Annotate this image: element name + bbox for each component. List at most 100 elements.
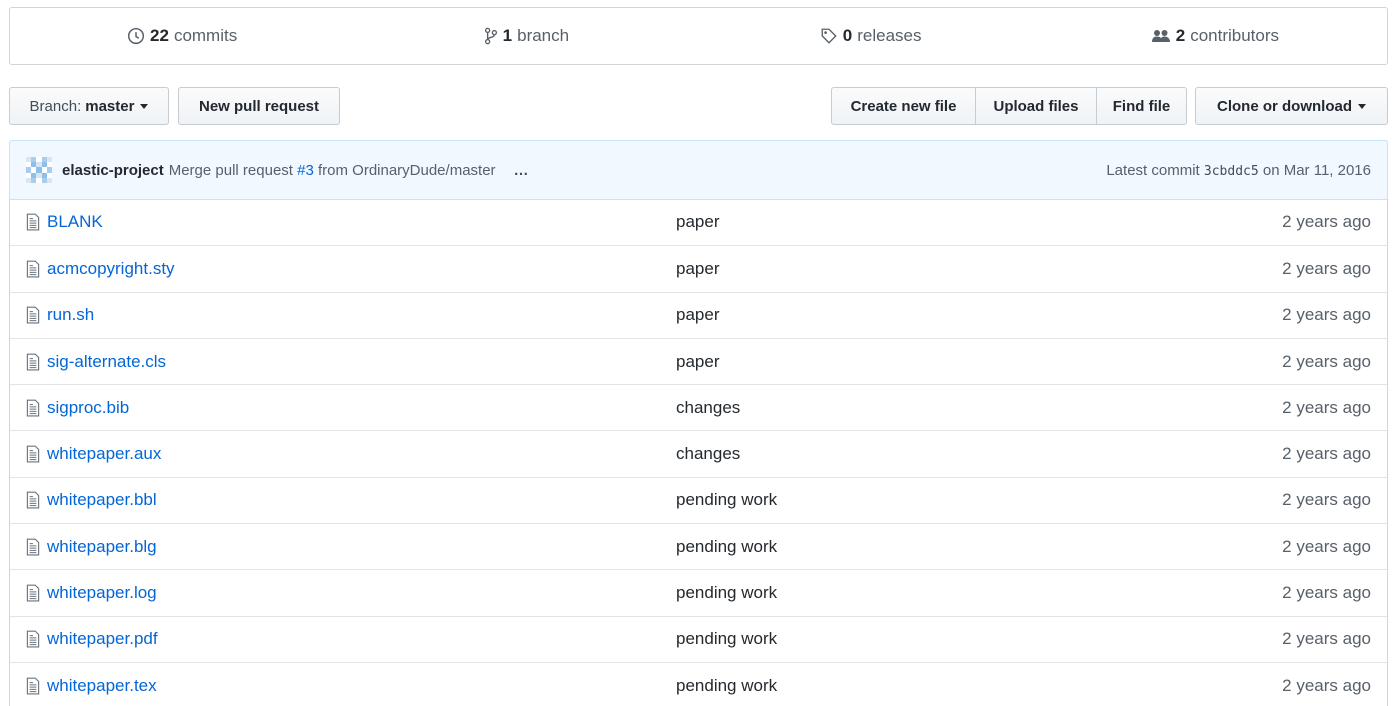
commit-message-link[interactable]: pending work bbox=[676, 583, 1282, 603]
file-list: BLANK paper 2 years ago acmcopyright.sty pap… bbox=[9, 199, 1388, 706]
contributors-label: contributors bbox=[1190, 26, 1280, 45]
avatar[interactable] bbox=[26, 157, 52, 183]
commit-date: on Mar 11, 2016 bbox=[1262, 161, 1371, 179]
table-row: whitepaper.tex pending work 2 years ago bbox=[10, 661, 1387, 706]
file-icon bbox=[26, 260, 40, 278]
branches-stat[interactable]: 1 branch bbox=[354, 8, 698, 64]
upload-files-button[interactable]: Upload files bbox=[975, 87, 1097, 125]
clone-or-download-button[interactable]: Clone or download bbox=[1195, 87, 1388, 125]
file-name-cell: whitepaper.pdf bbox=[25, 629, 676, 649]
commit-message-link[interactable]: paper bbox=[676, 212, 1282, 232]
latest-commit-label: Latest commit bbox=[1106, 161, 1200, 179]
file-icon bbox=[26, 445, 40, 463]
new-pull-request-button[interactable]: New pull request bbox=[178, 87, 340, 125]
commit-author[interactable]: elastic-project bbox=[62, 162, 164, 179]
branch-select-button[interactable]: Branch: master bbox=[9, 87, 169, 125]
file-age: 2 years ago bbox=[1282, 305, 1371, 325]
file-name-cell: acmcopyright.sty bbox=[25, 259, 676, 279]
file-age: 2 years ago bbox=[1282, 212, 1371, 232]
file-name-cell: whitepaper.log bbox=[25, 583, 676, 603]
commit-message-link[interactable]: pending work bbox=[676, 629, 1282, 649]
find-file-button[interactable]: Find file bbox=[1096, 87, 1187, 125]
file-age: 2 years ago bbox=[1282, 583, 1371, 603]
table-row: whitepaper.log pending work 2 years ago bbox=[10, 569, 1387, 615]
commit-sha[interactable]: 3cbddc5 bbox=[1204, 164, 1259, 179]
branch-name: master bbox=[85, 97, 135, 115]
commit-message-prefix[interactable]: Merge pull request bbox=[169, 162, 293, 179]
file-icon bbox=[26, 399, 40, 417]
commit-message-link[interactable]: pending work bbox=[676, 490, 1282, 510]
commit-message-link[interactable]: pending work bbox=[676, 676, 1282, 696]
file-link[interactable]: sigproc.bib bbox=[47, 398, 129, 418]
table-row: BLANK paper 2 years ago bbox=[10, 199, 1387, 245]
file-name-cell: run.sh bbox=[25, 305, 676, 325]
latest-commit-bar: elastic-project Merge pull request #3 fr… bbox=[9, 140, 1388, 200]
file-age: 2 years ago bbox=[1282, 397, 1371, 417]
latest-commit-info: Latest commit 3cbddc5 on Mar 11, 2016 bbox=[1106, 162, 1371, 179]
file-age: 2 years ago bbox=[1282, 675, 1371, 695]
releases-stat[interactable]: 0 releases bbox=[699, 8, 1043, 64]
file-age: 2 years ago bbox=[1282, 490, 1371, 510]
releases-count: 0 bbox=[842, 26, 853, 45]
file-icon bbox=[26, 306, 40, 324]
file-age: 2 years ago bbox=[1282, 351, 1371, 371]
file-link[interactable]: run.sh bbox=[47, 305, 94, 325]
file-link[interactable]: acmcopyright.sty bbox=[47, 259, 175, 279]
file-link[interactable]: sig-alternate.cls bbox=[47, 352, 166, 372]
file-name-cell: whitepaper.tex bbox=[25, 676, 676, 696]
table-row: whitepaper.blg pending work 2 years ago bbox=[10, 523, 1387, 569]
file-age: 2 years ago bbox=[1282, 258, 1371, 278]
clone-label: Clone or download bbox=[1217, 97, 1352, 115]
pull-request-link[interactable]: #3 bbox=[297, 162, 314, 179]
file-name-cell: whitepaper.bbl bbox=[25, 490, 676, 510]
releases-label: releases bbox=[857, 26, 922, 45]
commit-message-link[interactable]: pending work bbox=[676, 537, 1282, 557]
commits-stat[interactable]: 22 commits bbox=[10, 8, 354, 64]
commit-message-suffix[interactable]: from OrdinaryDude/master bbox=[318, 162, 496, 179]
history-icon bbox=[127, 27, 145, 45]
chevron-down-icon bbox=[140, 103, 149, 109]
table-row: run.sh paper 2 years ago bbox=[10, 291, 1387, 338]
commit-message-link[interactable]: changes bbox=[676, 444, 1282, 464]
commit-message-link[interactable]: paper bbox=[676, 259, 1282, 279]
branch-prefix: Branch: bbox=[29, 97, 82, 115]
file-link[interactable]: whitepaper.aux bbox=[47, 444, 161, 464]
file-link[interactable]: whitepaper.blg bbox=[47, 537, 157, 557]
git-branch-icon bbox=[484, 27, 498, 45]
expand-commit-button[interactable]: … bbox=[514, 162, 529, 179]
file-link[interactable]: BLANK bbox=[47, 212, 103, 232]
file-link[interactable]: whitepaper.log bbox=[47, 583, 157, 603]
file-icon bbox=[26, 677, 40, 695]
commit-message-link[interactable]: paper bbox=[676, 352, 1282, 372]
chevron-down-icon bbox=[1358, 103, 1366, 109]
tag-icon bbox=[820, 27, 838, 45]
file-icon bbox=[26, 630, 40, 648]
repo-stats-bar: 22 commits 1 branch 0 releases 2 contrib… bbox=[9, 7, 1388, 65]
file-icon bbox=[26, 491, 40, 509]
people-icon bbox=[1151, 28, 1171, 44]
file-age: 2 years ago bbox=[1282, 536, 1371, 556]
commits-label: commits bbox=[173, 26, 238, 45]
file-name-cell: BLANK bbox=[25, 212, 676, 232]
file-icon bbox=[26, 213, 40, 231]
commit-message-link[interactable]: paper bbox=[676, 305, 1282, 325]
file-name-cell: sig-alternate.cls bbox=[25, 352, 676, 372]
file-link[interactable]: whitepaper.tex bbox=[47, 676, 157, 696]
file-name-cell: sigproc.bib bbox=[25, 398, 676, 418]
table-row: whitepaper.pdf pending work 2 years ago bbox=[10, 615, 1387, 662]
table-row: whitepaper.bbl pending work 2 years ago bbox=[10, 476, 1387, 523]
table-row: sigproc.bib changes 2 years ago bbox=[10, 384, 1387, 430]
table-row: whitepaper.aux changes 2 years ago bbox=[10, 430, 1387, 476]
commit-message-link[interactable]: changes bbox=[676, 398, 1282, 418]
file-name-cell: whitepaper.blg bbox=[25, 537, 676, 557]
contributors-stat[interactable]: 2 contributors bbox=[1043, 8, 1387, 64]
file-link[interactable]: whitepaper.pdf bbox=[47, 629, 158, 649]
file-age: 2 years ago bbox=[1282, 444, 1371, 464]
create-new-file-button[interactable]: Create new file bbox=[831, 87, 976, 125]
file-age: 2 years ago bbox=[1282, 629, 1371, 649]
file-actions-group: Create new file Upload files Find file bbox=[831, 87, 1187, 125]
file-link[interactable]: whitepaper.bbl bbox=[47, 490, 157, 510]
table-row: acmcopyright.sty paper 2 years ago bbox=[10, 245, 1387, 291]
commits-count: 22 bbox=[150, 26, 169, 45]
branches-count: 1 bbox=[502, 26, 513, 45]
